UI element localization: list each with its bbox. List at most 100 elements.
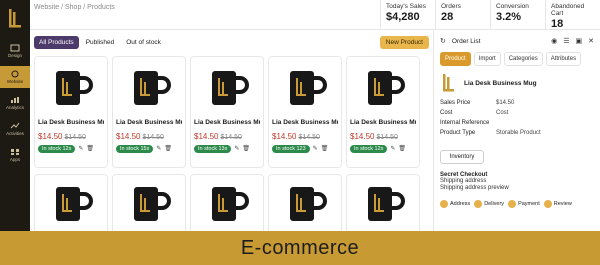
tab-attributes[interactable]: Attributes xyxy=(545,52,582,66)
delete-icon[interactable]: 🗑 xyxy=(86,145,94,152)
stat-value: 28 xyxy=(441,11,454,23)
delete-icon[interactable]: 🗑 xyxy=(164,145,172,152)
checkout-line: Shipping address xyxy=(440,178,487,184)
delete-icon[interactable]: 🗑 xyxy=(398,145,406,152)
stat-label: Orders xyxy=(441,3,461,10)
product-card[interactable] xyxy=(346,173,420,231)
product-image xyxy=(116,60,182,116)
stock-badge: In stock 13x xyxy=(194,144,232,153)
main-area: Website / Shop / Products Today's Sales … xyxy=(30,0,600,231)
product-old-price: $14.50 xyxy=(64,133,86,141)
sidebar-item-label: Activities xyxy=(6,131,24,136)
step-label: Delivery xyxy=(484,201,505,207)
step-dot-icon xyxy=(543,200,552,208)
detail-row: Sales Price $14.50 xyxy=(440,100,594,110)
panel-title: Order List xyxy=(451,37,481,45)
detail-key: Product Type xyxy=(440,130,476,136)
product-card[interactable] xyxy=(268,173,342,231)
detail-value[interactable]: Cost xyxy=(496,110,508,120)
filter-all-products[interactable]: All Products xyxy=(34,36,79,50)
sidebar-item-activities[interactable]: Activities xyxy=(0,118,30,140)
product-prices: $14.50 $14.50 xyxy=(38,132,104,141)
product-prices: $14.50 $14.50 xyxy=(350,132,416,141)
footer-banner: E-commerce xyxy=(0,231,600,265)
camera-icon[interactable]: ▣ xyxy=(576,37,583,45)
product-image xyxy=(194,178,260,230)
product-image xyxy=(38,178,104,230)
product-card[interactable]: Lia Desk Business Mug $14.50 $14.50 In st… xyxy=(34,55,108,168)
edit-icon[interactable]: ✎ xyxy=(390,145,395,152)
tab-import[interactable]: Import xyxy=(473,52,501,66)
close-icon[interactable]: ✕ xyxy=(588,37,594,45)
product-name: Lia Desk Business Mug xyxy=(38,118,104,126)
step-payment[interactable]: Payment xyxy=(508,200,540,208)
product-card[interactable] xyxy=(34,173,108,231)
product-price: $14.50 xyxy=(194,131,219,141)
product-thumbnail xyxy=(443,74,454,92)
sidebar-item-design[interactable]: Design xyxy=(0,40,30,62)
sidebar-item-apps[interactable]: Apps xyxy=(0,144,30,166)
stat-value: 18 xyxy=(551,18,564,30)
stock-badge: In stock 12x xyxy=(38,144,76,153)
edit-icon[interactable]: ✎ xyxy=(234,145,239,152)
detail-value[interactable]: $14.50 xyxy=(496,100,514,110)
step-address[interactable]: Address xyxy=(440,200,470,208)
delete-icon[interactable]: 🗑 xyxy=(242,145,250,152)
app-window: Design Website Analytics Activities Apps xyxy=(0,0,600,265)
filter-published[interactable]: Published xyxy=(81,36,120,49)
step-dot-icon xyxy=(508,200,517,208)
eye-icon[interactable]: ◉ xyxy=(551,37,557,45)
inventory-button[interactable]: Inventory xyxy=(440,150,484,164)
detail-row: Internal Reference xyxy=(440,120,594,130)
card-footer: In stock 12x ✎ 🗑 xyxy=(38,144,104,153)
product-image xyxy=(272,178,338,230)
detail-value[interactable]: Storable Product xyxy=(496,130,541,140)
product-image xyxy=(272,60,338,116)
breadcrumb[interactable]: Website / Shop / Products xyxy=(30,0,380,29)
product-card[interactable] xyxy=(190,173,264,231)
product-card[interactable]: Lia Desk Business Mug $14.50 $14.50 In st… xyxy=(268,55,342,168)
product-name: Lia Desk Business Mug xyxy=(116,118,182,126)
product-price: $14.50 xyxy=(272,131,297,141)
stat-label: Abandoned Cart xyxy=(551,3,585,17)
card-footer: In stock 15x ✎ 🗑 xyxy=(116,144,182,153)
product-card[interactable]: Lia Desk Business Mug $14.50 $14.50 In st… xyxy=(190,55,264,168)
card-footer: In stock 13x ✎ 🗑 xyxy=(194,144,260,153)
edit-icon[interactable]: ✎ xyxy=(313,145,318,152)
apps-icon xyxy=(11,149,19,155)
sidebar-item-analytics[interactable]: Analytics xyxy=(0,92,30,114)
edit-icon[interactable]: ✎ xyxy=(156,145,161,152)
product-old-price: $14.50 xyxy=(376,133,398,141)
product-details: Sales Price $14.50 Cost Cost Internal Refe… xyxy=(440,100,594,140)
sidebar-item-website[interactable]: Website xyxy=(0,66,30,88)
product-catalog: All Products Published Out of stock New … xyxy=(30,30,434,231)
product-name: Lia Desk Business Mug xyxy=(272,118,338,126)
product-image xyxy=(38,60,104,116)
stat-orders: Orders 28 xyxy=(435,0,490,29)
product-card[interactable]: Lia Desk Business Mug $14.50 $14.50 In st… xyxy=(346,55,420,168)
card-footer: In stock 123 ✎ 🗑 xyxy=(272,144,338,153)
logo-icon[interactable] xyxy=(5,6,25,30)
filter-out-of-stock[interactable]: Out of stock xyxy=(121,36,166,49)
stat-value: 3.2% xyxy=(496,11,522,23)
tab-categories[interactable]: Categories xyxy=(503,52,543,66)
sync-icon[interactable]: ↻ xyxy=(440,37,446,45)
new-product-button[interactable]: New Product xyxy=(379,36,429,50)
stat-abandoned-cart: Abandoned Cart 18 xyxy=(545,0,600,30)
filter-bar: All Products Published Out of stock New … xyxy=(34,34,429,52)
list-icon[interactable]: ☰ xyxy=(563,37,569,45)
product-name: Lia Desk Business Mug xyxy=(194,118,260,126)
product-card[interactable]: Lia Desk Business Mug $14.50 $14.50 In st… xyxy=(112,55,186,168)
product-old-price: $14.50 xyxy=(142,133,164,141)
step-review[interactable]: Review xyxy=(543,200,572,208)
tab-product[interactable]: Product xyxy=(440,52,471,66)
product-prices: $14.50 $14.50 xyxy=(116,132,182,141)
stat-label: Conversion xyxy=(496,3,529,10)
product-card[interactable] xyxy=(112,173,186,231)
step-delivery[interactable]: Delivery xyxy=(474,200,504,208)
stat-label: Today's Sales xyxy=(386,3,426,10)
edit-icon[interactable]: ✎ xyxy=(78,145,83,152)
stat-conversion: Conversion 3.2% xyxy=(490,0,545,29)
panel-header: ↻ Order List ◉ ☰ ▣ ✕ xyxy=(440,34,594,48)
delete-icon[interactable]: 🗑 xyxy=(321,145,329,152)
